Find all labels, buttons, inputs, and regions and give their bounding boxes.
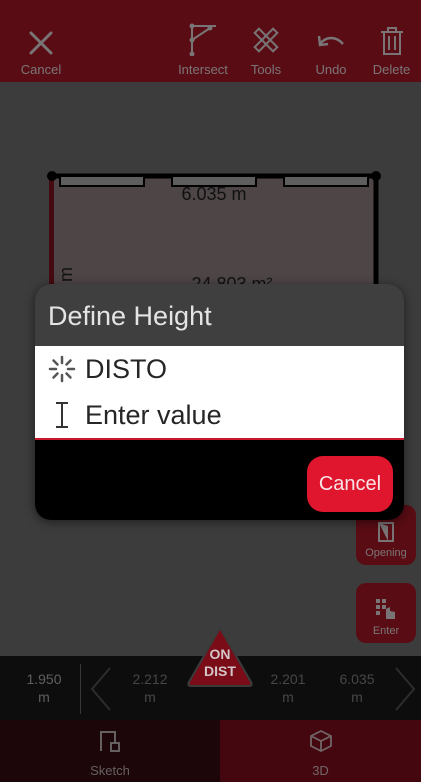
dialog-cancel-button[interactable]: Cancel [307, 456, 393, 512]
dialog-options: DISTO Enter value [35, 346, 404, 440]
on-dist-line2: DIST [204, 663, 236, 679]
option-enter-value[interactable]: Enter value [35, 392, 404, 438]
dialog-title: Define Height [35, 284, 404, 346]
on-dist-line1: ON [210, 646, 231, 662]
on-dist-button[interactable]: ON DIST [185, 626, 255, 688]
option-disto-label: DISTO [85, 353, 168, 384]
option-enter-value-label: Enter value [85, 399, 222, 430]
option-disto[interactable]: DISTO [35, 346, 404, 392]
dialog-footer: Cancel [35, 440, 404, 520]
define-height-dialog: Define Height DISTO Enter value Cancel [35, 284, 404, 520]
text-cursor-icon [43, 400, 81, 430]
disto-loading-icon [43, 354, 81, 384]
